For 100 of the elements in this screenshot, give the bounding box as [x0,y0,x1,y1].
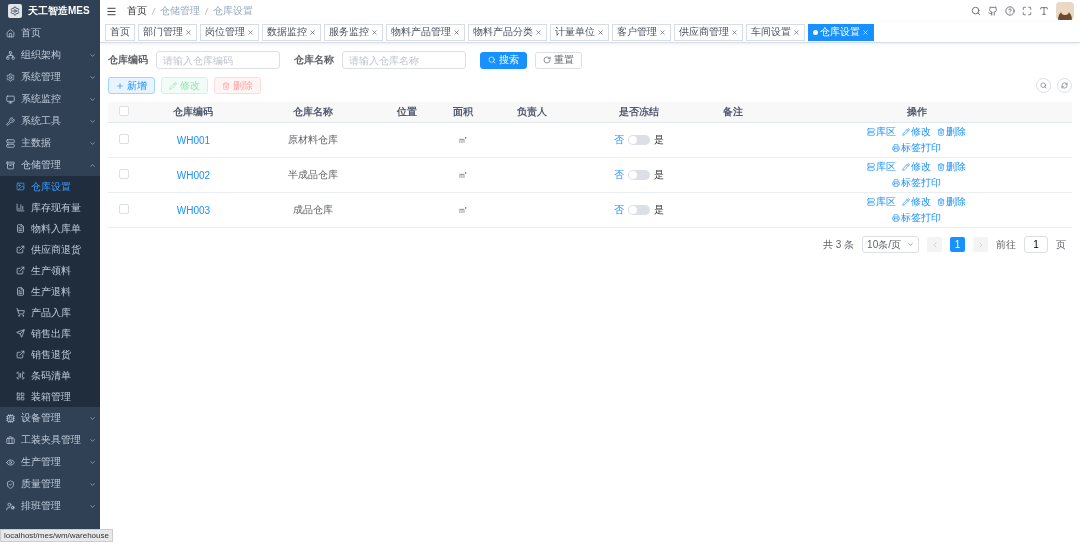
chevron-icon [89,436,96,444]
avatar[interactable] [1056,2,1074,20]
sidebar-item[interactable]: 系统管理 [0,66,100,88]
sidebar-subitem[interactable]: 销售退货 [0,344,100,365]
close-icon[interactable] [659,28,666,36]
toggle-switch[interactable] [628,135,651,145]
checkbox[interactable] [119,204,129,214]
printer-icon [892,179,901,187]
total-count: 共 3 条 [822,237,855,252]
checkbox[interactable] [119,169,129,179]
column-header: 仓库编码 [173,106,214,117]
tab[interactable]: 物料产品管理 [386,23,465,41]
close-icon[interactable] [453,28,460,36]
tab[interactable]: 供应商管理 [674,23,743,41]
close-icon[interactable] [793,28,800,36]
sidebar-subitem[interactable]: 产品入库 [0,302,100,323]
action-link[interactable]: 库区 [867,125,897,139]
help-icon[interactable] [1005,6,1015,16]
tab[interactable]: 岗位管理 [200,23,259,41]
page-size-select[interactable]: 10条/页 [862,236,919,253]
chevron-icon [89,117,96,125]
edit-icon [902,163,911,171]
sidebar-subitem[interactable]: 供应商退货 [0,239,100,260]
reset-button[interactable]: 重置 [535,51,582,69]
sidebar-subitem[interactable]: 销售出库 [0,323,100,344]
sidebar-item[interactable]: 系统监控 [0,88,100,110]
sidebar-subitem[interactable]: 物料入库单 [0,218,100,239]
action-link[interactable]: 删除 [937,160,967,174]
edit-icon [902,128,911,136]
breadcrumb-item[interactable]: 首页 [127,4,147,18]
archive-icon [6,160,15,170]
tab[interactable]: 部门管理 [138,23,197,41]
search-toggle-button[interactable] [1036,78,1051,93]
sidebar-item[interactable]: 排班管理 [0,495,100,517]
tab[interactable]: 计量单位 [550,23,609,41]
document-icon [16,287,25,296]
close-icon[interactable] [247,28,254,36]
action-link[interactable]: 库区 [867,195,897,209]
sidebar-item[interactable]: 主数据 [0,132,100,154]
sidebar-subitem[interactable]: 条码清单 [0,365,100,386]
briefcase-icon [6,435,15,445]
sidebar-subitem[interactable]: 仓库设置 [0,176,100,197]
tab[interactable]: 首页 [105,23,135,41]
close-icon[interactable] [185,28,192,36]
toggle-switch[interactable] [628,170,651,180]
column-header: 位置 [397,106,418,117]
page-input[interactable]: 1 [1024,236,1048,253]
toggle-switch[interactable] [628,205,651,215]
action-link[interactable]: 删除 [937,125,967,139]
sidebar-item[interactable]: 仓储管理 [0,154,100,176]
sidebar-item[interactable]: 设备管理 [0,407,100,429]
close-icon[interactable] [597,28,604,36]
reset-icon [543,56,551,64]
menu-icon[interactable] [106,5,117,17]
external-link-icon [16,245,25,254]
sidebar-subitem[interactable]: 生产领料 [0,260,100,281]
tab[interactable]: 服务监控 [324,23,383,41]
search-icon [1040,82,1047,89]
sidebar-item[interactable]: 系统工具 [0,110,100,132]
delete-icon [222,81,230,90]
checkbox[interactable] [119,134,129,144]
home-icon [6,28,15,38]
close-icon[interactable] [309,28,316,36]
tab[interactable]: 物料产品分类 [468,23,547,41]
github-icon[interactable] [988,6,998,16]
table-cell: 成品仓库 [293,204,334,215]
sidebar-subitem[interactable]: 库存现有量 [0,197,100,218]
action-link[interactable]: 库区 [867,160,897,174]
printer-icon [892,144,901,152]
sidebar-item[interactable]: 首页 [0,22,100,44]
logo-icon [8,4,22,18]
server-icon [6,138,15,148]
search-icon[interactable] [971,6,981,16]
close-icon[interactable] [371,28,378,36]
tab[interactable]: 客户管理 [612,23,671,41]
font-size-icon[interactable] [1039,6,1049,16]
sidebar-item[interactable]: 工装夹具管理 [0,429,100,451]
tab[interactable]: 车间设置 [746,23,805,41]
sidebar-item[interactable]: 质量管理 [0,473,100,495]
table-cell: ㎡ [458,204,469,215]
tab[interactable]: 数据监控 [262,23,321,41]
sidebar-subitem[interactable]: 生产退料 [0,281,100,302]
action-link[interactable]: 删除 [937,195,967,209]
close-icon[interactable] [535,28,542,36]
sidebar-subitem[interactable]: 装箱管理 [0,386,100,407]
refresh-button[interactable] [1057,78,1072,93]
sidebar-item[interactable]: 组织架构 [0,44,100,66]
action-link[interactable]: 标签打印 [892,211,942,225]
chevron-icon [89,95,96,103]
edit-icon [169,81,177,90]
printer-icon [892,214,901,222]
column-header: 面积 [453,106,474,117]
fullscreen-icon[interactable] [1022,6,1032,16]
sidebar-item[interactable]: 生产管理 [0,451,100,473]
close-icon[interactable] [731,28,738,36]
action-link[interactable]: 标签打印 [892,141,942,155]
table-cell: ㎡ [458,169,469,180]
page-suffix: 页 [1056,237,1066,252]
checkbox[interactable] [119,106,129,116]
action-link[interactable]: 标签打印 [892,176,942,190]
